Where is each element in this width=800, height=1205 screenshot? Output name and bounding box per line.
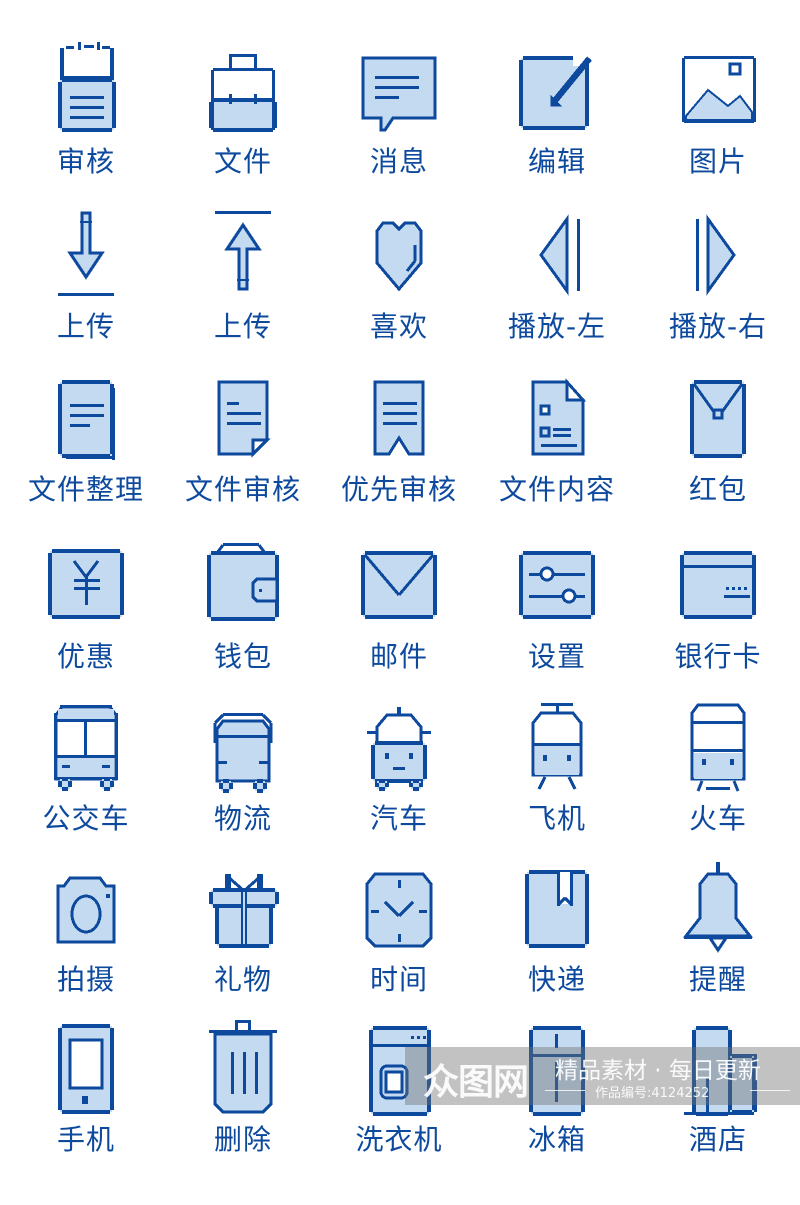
phone-icon bbox=[36, 1018, 136, 1118]
icon-cell: 优惠 bbox=[11, 535, 161, 695]
documents-stack-icon bbox=[36, 368, 136, 468]
icon-cell: 删除 bbox=[168, 1018, 318, 1178]
wallet-icon bbox=[193, 535, 293, 635]
tram-icon bbox=[507, 697, 607, 797]
watermark-slogan: 精品素材 · 每日更新 bbox=[555, 1058, 761, 1084]
upload-icon bbox=[193, 205, 293, 305]
icon-cell: 上传 bbox=[11, 205, 161, 365]
icon-cell: 红包 bbox=[643, 368, 793, 528]
icon-label: 图片 bbox=[688, 145, 747, 178]
icon-cell: 飞机 bbox=[482, 697, 632, 857]
icon-cell: 公交车 bbox=[11, 697, 161, 857]
package-icon bbox=[507, 858, 607, 958]
icon-cell: 文件整理 bbox=[11, 368, 161, 528]
settings-sliders-icon bbox=[507, 535, 607, 635]
icon-cell: 设置 bbox=[482, 535, 632, 695]
trash-icon bbox=[193, 1018, 293, 1118]
briefcase-icon bbox=[193, 40, 293, 140]
icon-cell: 拍摄 bbox=[11, 858, 161, 1018]
icon-label: 提醒 bbox=[688, 963, 747, 996]
watermark: 众图网 精品素材 · 每日更新 作品编号:4124252 bbox=[405, 1047, 800, 1105]
icon-label: 红包 bbox=[688, 473, 747, 506]
bank-card-icon bbox=[668, 535, 768, 635]
icon-cell: 审核 bbox=[11, 40, 161, 200]
yen-coupon-icon bbox=[36, 535, 136, 635]
mail-icon bbox=[349, 535, 449, 635]
watermark-divider bbox=[750, 1090, 790, 1091]
icon-cell: 上传 bbox=[168, 205, 318, 365]
watermark-logo: 众图网 bbox=[423, 1062, 529, 1103]
bookmark-doc-icon bbox=[349, 368, 449, 468]
icon-cell: 邮件 bbox=[324, 535, 474, 695]
car-icon bbox=[349, 697, 449, 797]
watermark-divider bbox=[545, 1090, 585, 1091]
watermark-work-id: 作品编号:4124252 bbox=[595, 1086, 710, 1101]
camera-icon bbox=[36, 858, 136, 958]
icon-cell: 手机 bbox=[11, 1018, 161, 1178]
play-right-icon bbox=[668, 205, 768, 305]
icon-cell: 消息 bbox=[324, 40, 474, 200]
review-icon bbox=[36, 40, 136, 140]
icon-label: 火车 bbox=[688, 802, 747, 835]
icon-cell: 钱包 bbox=[168, 535, 318, 695]
play-left-icon bbox=[507, 205, 607, 305]
icon-cell: 文件审核 bbox=[168, 368, 318, 528]
icon-label: 播放-右 bbox=[668, 310, 768, 343]
clock-icon bbox=[349, 858, 449, 958]
document-fold-icon bbox=[193, 368, 293, 468]
document-content-icon bbox=[507, 368, 607, 468]
icon-cell: 播放-右 bbox=[643, 205, 793, 365]
icon-cell: 编辑 bbox=[482, 40, 632, 200]
icon-cell: 提醒 bbox=[643, 858, 793, 1018]
message-icon bbox=[349, 40, 449, 140]
icon-label: 银行卡 bbox=[674, 640, 762, 673]
icon-cell: 图片 bbox=[643, 40, 793, 200]
icon-cell: 喜欢 bbox=[324, 205, 474, 365]
gift-icon bbox=[193, 858, 293, 958]
heart-icon bbox=[349, 205, 449, 305]
download-icon bbox=[36, 205, 136, 305]
icon-cell: 汽车 bbox=[324, 697, 474, 857]
icon-cell: 优先审核 bbox=[324, 368, 474, 528]
bell-icon bbox=[668, 858, 768, 958]
icon-cell: 文件内容 bbox=[482, 368, 632, 528]
icon-label: 酒店 bbox=[688, 1123, 747, 1156]
red-envelope-icon bbox=[668, 368, 768, 468]
icon-cell: 时间 bbox=[324, 858, 474, 1018]
icon-cell: 火车 bbox=[643, 697, 793, 857]
icon-cell: 文件 bbox=[168, 40, 318, 200]
edit-icon bbox=[507, 40, 607, 140]
icon-cell: 礼物 bbox=[168, 858, 318, 1018]
icon-cell: 物流 bbox=[168, 697, 318, 857]
truck-icon bbox=[193, 697, 293, 797]
icon-cell: 快递 bbox=[482, 858, 632, 1018]
image-icon bbox=[668, 40, 768, 140]
train-icon bbox=[668, 697, 768, 797]
icon-cell: 银行卡 bbox=[643, 535, 793, 695]
bus-icon bbox=[36, 697, 136, 797]
icon-cell: 播放-左 bbox=[482, 205, 632, 365]
